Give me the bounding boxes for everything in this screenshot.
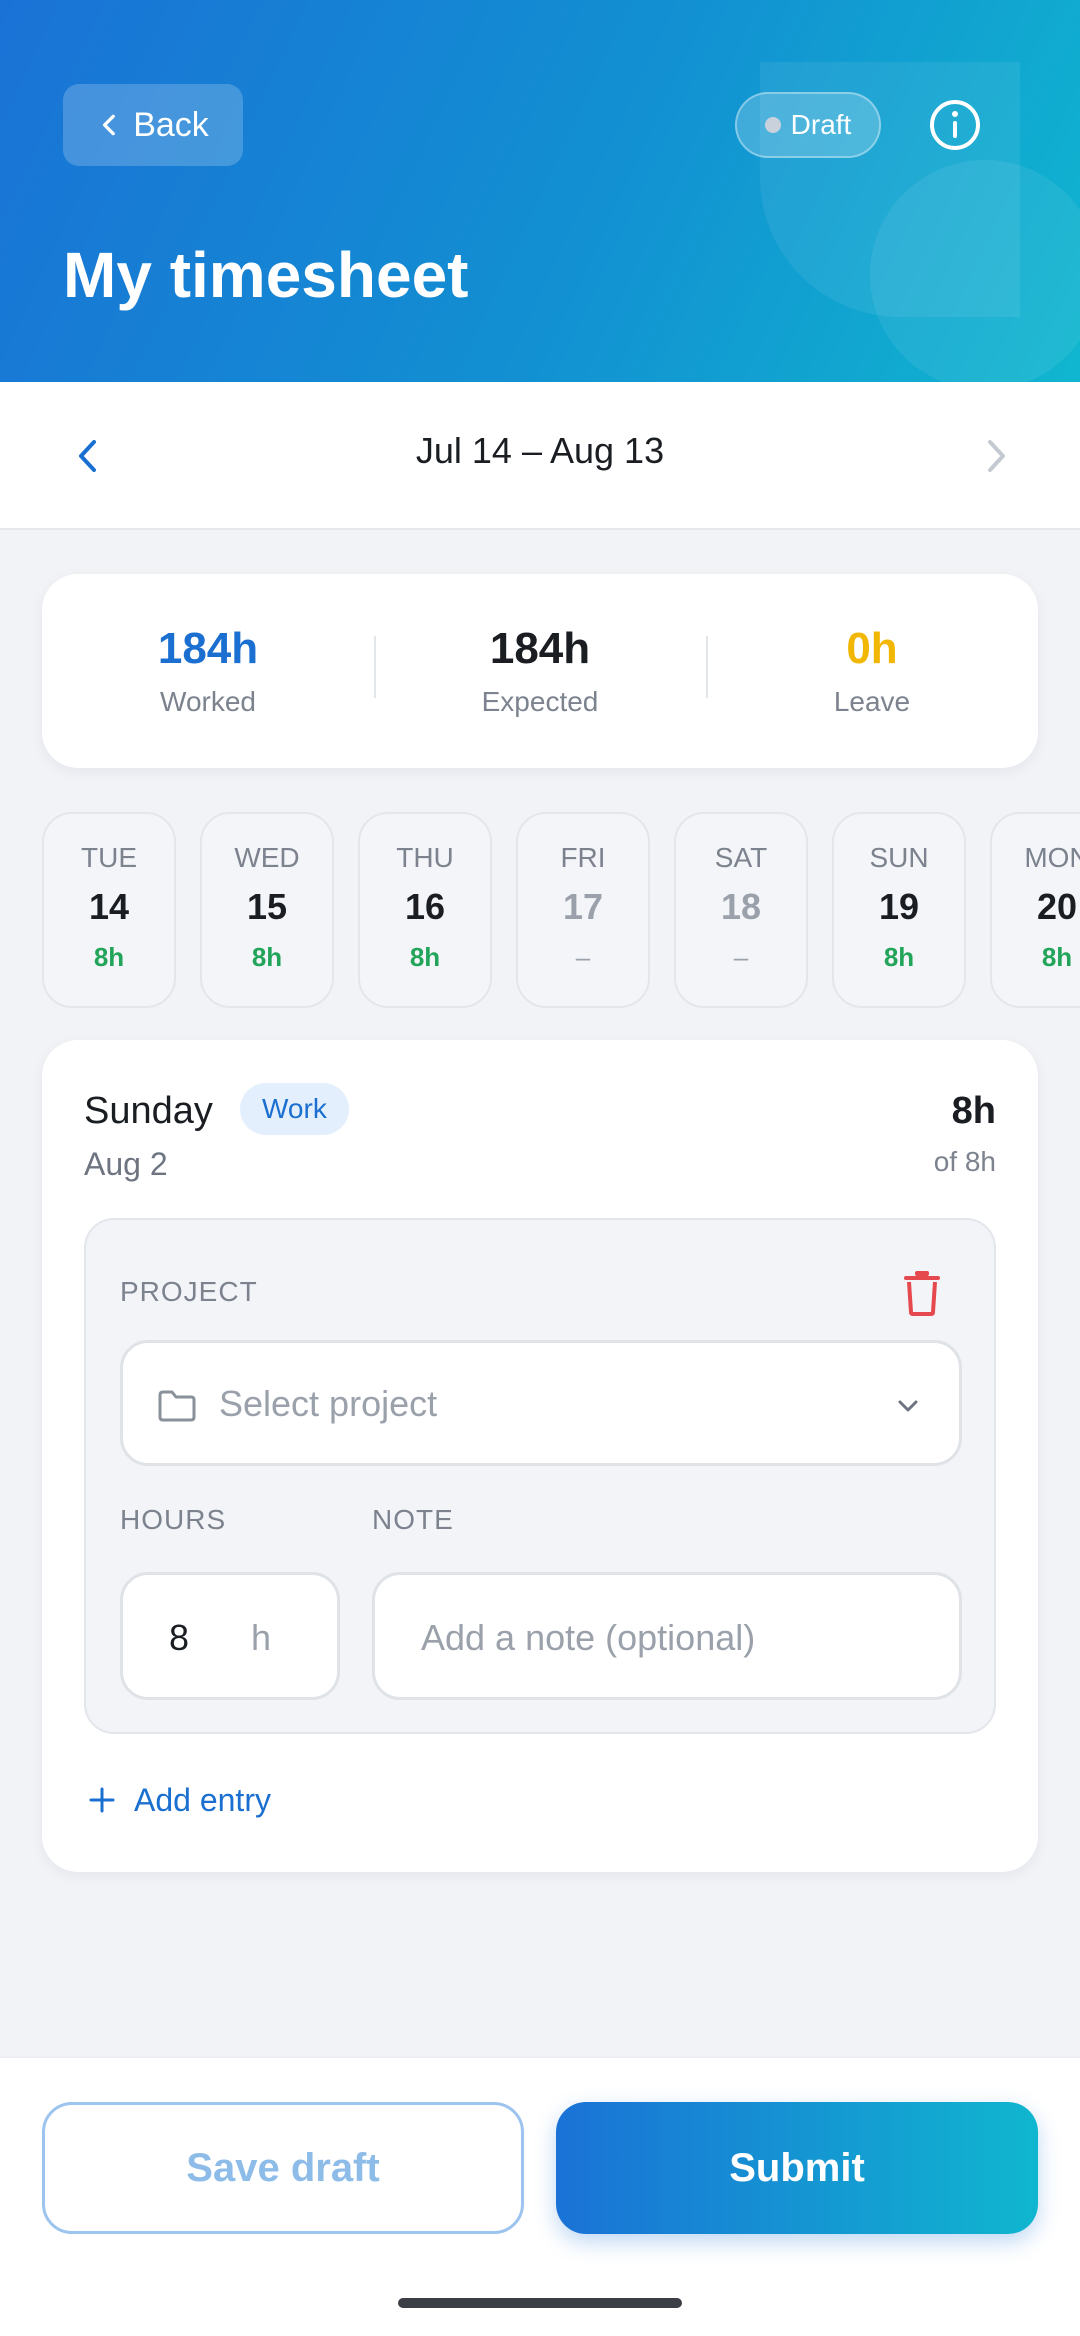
save-draft-button[interactable]: Save draft	[42, 2102, 524, 2234]
day-number: 18	[720, 886, 762, 927]
day-weekday: SAT	[714, 842, 768, 873]
chevron-left-icon	[103, 114, 116, 136]
hours-summary-card: 184h Worked 184h Expected 0h Leave	[42, 574, 1038, 768]
expected-hours-label: Expected	[481, 686, 599, 717]
status-badge: Draft	[735, 92, 881, 158]
day-number: 16	[404, 886, 446, 927]
project-label: PROJECT	[120, 1276, 258, 1307]
back-button-label: Back	[133, 105, 209, 144]
day-chip[interactable]: THU 16 8h	[358, 812, 492, 1008]
day-strip[interactable]: TUE 14 8h WED 15 8h THU 16 8h FRI 17 – S…	[42, 812, 1080, 1010]
leave-hours-label: Leave	[833, 686, 911, 717]
day-number: 20	[1036, 886, 1078, 927]
folder-icon	[158, 1390, 196, 1422]
period-label: Jul 14 – Aug 13	[415, 430, 665, 471]
plus-icon	[89, 1787, 115, 1813]
add-entry-button[interactable]: Add entry	[88, 1770, 271, 1830]
chevron-right-icon	[988, 440, 1005, 472]
day-hours: 8h	[409, 942, 441, 972]
selected-day-date: Aug 2	[84, 1146, 168, 1182]
day-type-badge: Work	[240, 1083, 349, 1135]
chevron-down-icon	[898, 1400, 918, 1412]
day-number: 14	[88, 886, 130, 927]
day-hours: 8h	[251, 942, 283, 972]
day-chip[interactable]: MON 20 8h	[990, 812, 1080, 1008]
day-weekday: THU	[396, 842, 454, 873]
day-number: 19	[878, 886, 920, 927]
day-chip[interactable]: SUN 19 8h	[832, 812, 966, 1008]
next-period-button[interactable]	[968, 428, 1024, 484]
leave-hours-value: 0h	[846, 624, 898, 673]
note-label: NOTE	[372, 1504, 454, 1535]
day-weekday: TUE	[81, 842, 137, 873]
day-chip[interactable]: WED 15 8h	[200, 812, 334, 1008]
day-number: 15	[246, 886, 288, 927]
day-expected-hours: of 8h	[933, 1146, 996, 1177]
hours-input[interactable]: 8 h	[120, 1572, 340, 1700]
submit-button[interactable]: Submit	[556, 2102, 1038, 2234]
expected-hours-value: 184h	[489, 624, 591, 673]
bottom-action-bar: Save draft Submit	[0, 2056, 1080, 2336]
note-input[interactable]: Add a note (optional)	[372, 1572, 962, 1700]
selected-day-name: Sunday	[84, 1090, 213, 1132]
period-selector: Jul 14 – Aug 13	[0, 382, 1080, 530]
project-select-placeholder: Select project	[219, 1383, 438, 1424]
page-title: My timesheet	[63, 239, 469, 311]
project-select[interactable]: Select project	[120, 1340, 962, 1466]
status-badge-label: Draft	[790, 109, 852, 140]
summary-expected: 184h Expected	[374, 624, 706, 718]
add-entry-label: Add entry	[134, 1781, 271, 1818]
day-hours: 8h	[1041, 942, 1073, 972]
day-hours: –	[575, 942, 591, 972]
summary-leave: 0h Leave	[706, 624, 1038, 718]
day-weekday: FRI	[560, 842, 606, 873]
day-chip[interactable]: TUE 14 8h	[42, 812, 176, 1008]
day-total-hours: 8h	[951, 1090, 996, 1132]
day-chip[interactable]: FRI 17 –	[516, 812, 650, 1008]
header: Back Draft My timesheet	[0, 0, 1080, 382]
worked-hours-label: Worked	[160, 686, 256, 717]
status-dot	[764, 117, 781, 133]
day-weekday: MON	[1024, 842, 1080, 873]
day-chip[interactable]: SAT 18 –	[674, 812, 808, 1008]
trash-icon[interactable]	[902, 1270, 942, 1316]
home-indicator[interactable]	[398, 2298, 682, 2308]
day-hours: –	[733, 942, 749, 972]
summary-worked: 184h Worked	[42, 624, 374, 718]
info-icon[interactable]	[928, 98, 982, 152]
hours-input-value: 8	[169, 1617, 190, 1658]
hours-label: HOURS	[120, 1504, 227, 1535]
day-hours: 8h	[883, 942, 915, 972]
hours-input-unit: h	[251, 1617, 272, 1658]
day-hours: 8h	[93, 942, 125, 972]
day-weekday: SUN	[869, 842, 929, 873]
time-entry: PROJECT Select project HOURS NOTE 8 h Ad…	[84, 1218, 996, 1734]
worked-hours-value: 184h	[157, 624, 259, 673]
day-detail-card: Sunday Work Aug 2 8h of 8h PROJECT Selec…	[42, 1040, 1038, 1872]
note-input-placeholder: Add a note (optional)	[421, 1617, 756, 1658]
day-number: 17	[562, 886, 604, 927]
day-weekday: WED	[234, 842, 300, 873]
back-button[interactable]: Back	[63, 84, 243, 166]
